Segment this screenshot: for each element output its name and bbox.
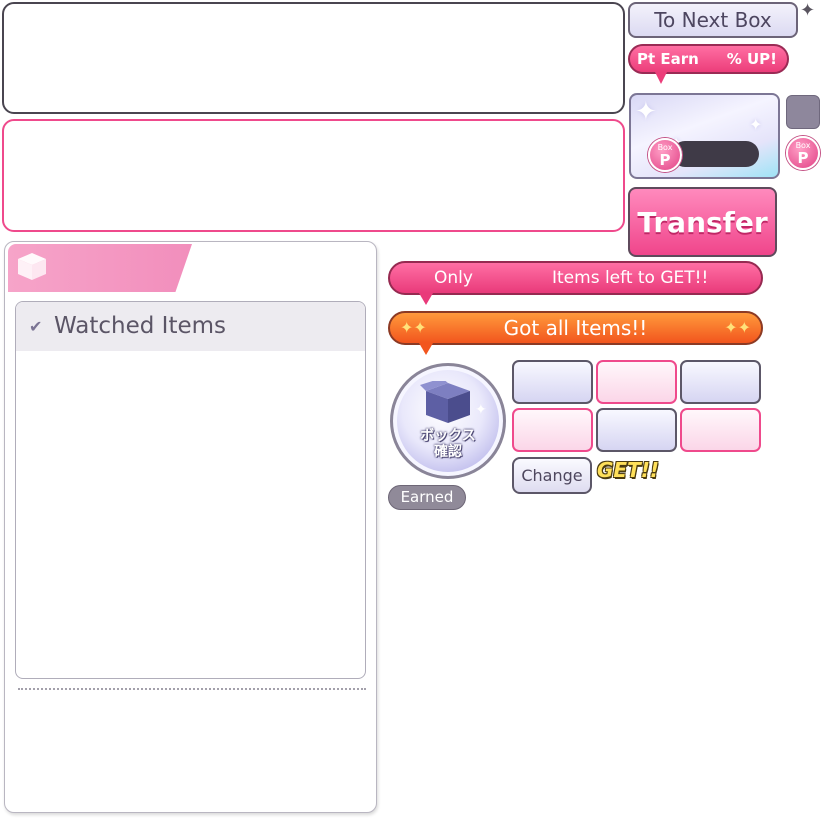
only-label: Only (434, 268, 473, 288)
sparkle-icon: ✦ (635, 97, 657, 127)
pt-earn-label: Pt Earn (637, 50, 699, 68)
earned-badge: Earned (388, 485, 466, 510)
box-coin-big-label: P (797, 149, 809, 167)
box-icon (420, 381, 470, 423)
watched-items-list[interactable]: ✔ Watched Items (15, 301, 366, 679)
box-point-coin-icon: Box P (648, 138, 682, 172)
item-slot[interactable] (680, 360, 761, 404)
upper-frame (2, 2, 625, 114)
watched-items-label: Watched Items (54, 313, 227, 339)
change-label: Change (521, 466, 583, 485)
to-next-box-button[interactable]: To Next Box (628, 2, 798, 38)
item-slot[interactable] (680, 408, 761, 452)
items-left-tail (419, 293, 433, 305)
box-confirm-line2: 確認 (434, 444, 462, 460)
sparkle-icon: ✦✦ (400, 318, 427, 337)
got-all-banner: ✦✦ Got all Items!! ✦✦ (388, 311, 763, 345)
item-slot[interactable] (512, 360, 593, 404)
change-button[interactable]: Change (512, 457, 592, 494)
sparkle-icon: ✦✦ (724, 318, 751, 337)
box-confirm-button[interactable]: ボックス 確認 ✦ (390, 363, 506, 479)
watched-items-header[interactable]: ✔ Watched Items (16, 302, 365, 351)
item-slot[interactable] (512, 408, 593, 452)
to-next-box-label: To Next Box (654, 8, 772, 32)
placeholder-square (786, 95, 820, 129)
item-slot[interactable] (596, 360, 677, 404)
box-point-progress (672, 141, 759, 167)
sparkle-icon: ✦ (475, 402, 487, 418)
box-coin-big-label: P (659, 151, 671, 169)
box-confirm-label: ボックス 確認 (403, 428, 493, 460)
get-badge: GET!! (597, 458, 659, 482)
pt-earn-value: % UP! (726, 50, 777, 68)
got-all-tail (419, 343, 433, 355)
box-icon (18, 253, 46, 280)
box-point-coin-icon: Box P (786, 136, 820, 170)
check-icon: ✔ (29, 317, 43, 336)
lower-frame (2, 119, 625, 232)
box-confirm-line1: ボックス (420, 428, 476, 444)
items-left-label: Items left to GET!! (552, 268, 709, 288)
sparkle-icon: ✦ (800, 0, 816, 21)
transfer-label: Transfer (637, 205, 768, 239)
earned-label: Earned (400, 488, 454, 506)
divider (18, 688, 366, 690)
pt-earn-tail (655, 72, 667, 84)
item-slot[interactable] (596, 408, 677, 452)
sparkle-icon: ✦ (749, 115, 763, 134)
transfer-button[interactable]: Transfer (628, 187, 777, 257)
pt-earn-badge: Pt Earn % UP! (628, 44, 789, 74)
got-all-label: Got all Items!! (503, 316, 648, 340)
items-left-banner: Only Items left to GET!! (388, 261, 763, 295)
